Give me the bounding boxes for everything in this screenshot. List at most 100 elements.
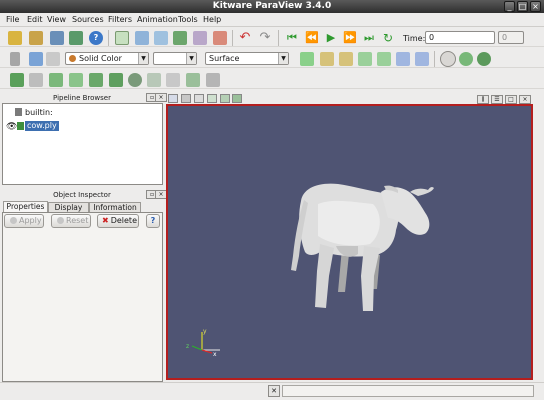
reset-center-icon[interactable] (477, 52, 491, 66)
close-view-button[interactable]: × (519, 95, 531, 104)
select-block-icon[interactable] (213, 31, 227, 45)
center-axes-icon[interactable] (440, 51, 456, 67)
apply-button[interactable]: Apply (4, 214, 44, 228)
reader-icon (17, 122, 24, 130)
view-undo-icon[interactable] (220, 94, 230, 103)
pick-center-icon[interactable] (459, 52, 473, 66)
representation-select[interactable]: Surface ▼ (205, 52, 289, 65)
time-label: Time: (403, 34, 426, 43)
delete-button[interactable]: ✖ Delete (97, 214, 139, 228)
slice-icon[interactable] (69, 73, 83, 87)
contour-icon[interactable] (29, 73, 43, 87)
zoom-to-box-icon[interactable] (135, 31, 149, 45)
rescale-range-icon[interactable] (46, 52, 60, 66)
undo-icon[interactable]: ↶ (238, 31, 252, 45)
close-button[interactable]: × (530, 1, 541, 12)
extract-level-icon[interactable] (206, 73, 220, 87)
view-settings-icon[interactable] (194, 94, 204, 103)
reset-camera-view-icon[interactable] (300, 52, 314, 66)
toolbar-separator (434, 51, 435, 67)
pipeline-browser: builtin: 👁 cow.ply (2, 103, 163, 185)
split-vertical-button[interactable]: ☰ (491, 95, 503, 104)
time-value-field[interactable]: 0 (425, 31, 495, 44)
clip-icon[interactable] (49, 73, 63, 87)
z-axis-label: z (186, 343, 189, 350)
pipeline-item-builtin[interactable]: builtin: (25, 108, 53, 117)
panel-close-button[interactable]: × (155, 93, 167, 102)
reset-label: Reset (66, 216, 89, 225)
menu-help[interactable]: Help (203, 14, 221, 26)
pipeline-item-cow[interactable]: cow.ply (25, 121, 59, 131)
reset-camera-icon[interactable] (115, 31, 129, 45)
open-folder-icon[interactable] (29, 31, 43, 45)
loop-icon[interactable]: ↻ (381, 31, 395, 45)
maximize-view-button[interactable]: □ (505, 95, 517, 104)
split-horizontal-button[interactable]: ⫼ (477, 95, 489, 104)
orientation-axes: y z x (186, 328, 220, 358)
color-component-select[interactable]: ▼ (153, 52, 197, 65)
chevron-down-icon: ▼ (138, 53, 148, 64)
select-points-icon[interactable] (173, 31, 187, 45)
stream-tracer-icon[interactable] (147, 73, 161, 87)
minimize-button[interactable]: _ (504, 1, 515, 12)
cow-horn (410, 186, 434, 196)
object-inspector-title: Object Inspector (53, 191, 111, 199)
menu-sources[interactable]: Sources (72, 14, 104, 26)
chevron-down-icon: ▼ (278, 53, 288, 64)
menu-view[interactable]: View (47, 14, 66, 26)
cow-body-highlight (318, 200, 380, 246)
next-frame-icon[interactable]: ⏩ (343, 31, 357, 45)
select-cells-icon[interactable] (154, 31, 168, 45)
edit-color-map-icon[interactable] (29, 52, 43, 66)
first-frame-icon[interactable]: ⏮ (285, 31, 299, 45)
x-axis-label: x (213, 351, 217, 358)
redo-icon[interactable]: ↷ (258, 31, 272, 45)
scalar-bar-icon[interactable] (10, 52, 20, 66)
view-minus-y-icon[interactable] (377, 52, 391, 66)
view-plus-z-icon[interactable] (396, 52, 410, 66)
open-file-icon[interactable] (8, 31, 22, 45)
threshold-icon[interactable] (89, 73, 103, 87)
view-redo-icon[interactable] (232, 94, 242, 103)
menu-edit[interactable]: Edit (27, 14, 43, 26)
menu-tools[interactable]: Tools (178, 14, 198, 26)
save-state-icon[interactable] (50, 31, 64, 45)
previous-frame-icon[interactable]: ⏪ (305, 31, 319, 45)
toolbar-separator (108, 30, 109, 46)
last-frame-icon[interactable]: ⏭ (362, 31, 376, 45)
menu-file[interactable]: File (6, 14, 19, 26)
view-minus-x-icon[interactable] (339, 52, 353, 66)
reset-button[interactable]: Reset (51, 214, 91, 228)
apply-icon (10, 217, 17, 224)
time-index-spinbox[interactable]: 0 (498, 31, 524, 44)
render-view[interactable]: y z x (166, 104, 533, 380)
help-icon[interactable]: ? (89, 31, 103, 45)
view-camera-icon[interactable] (207, 94, 217, 103)
progress-abort-button[interactable]: ✕ (268, 385, 280, 397)
view-minus-z-icon[interactable] (415, 52, 429, 66)
select-frustum-icon[interactable] (193, 31, 207, 45)
color-by-select[interactable]: Solid Color ▼ (65, 52, 149, 65)
glyph-icon[interactable] (128, 73, 142, 87)
cow-underside (336, 246, 358, 257)
maximize-button[interactable]: □ (517, 1, 528, 12)
pipeline-browser-title: Pipeline Browser (53, 94, 111, 102)
menu-animation[interactable]: Animation (137, 14, 178, 26)
play-icon[interactable]: ▶ (324, 31, 338, 45)
eye-icon[interactable]: 👁 (6, 122, 17, 132)
time-index-value: 0 (502, 33, 508, 42)
apply-label: Apply (19, 216, 42, 225)
server-connect-icon[interactable] (69, 31, 83, 45)
calculator-icon[interactable] (10, 73, 24, 87)
delete-icon: ✖ (102, 216, 109, 225)
group-datasets-icon[interactable] (186, 73, 200, 87)
z-axis-line (191, 345, 203, 351)
inspector-help-button[interactable]: ? (146, 214, 160, 228)
warp-vector-icon[interactable] (166, 73, 180, 87)
view-capture-icon[interactable] (181, 94, 191, 103)
view-layout-icon[interactable] (168, 94, 178, 103)
view-plus-x-icon[interactable] (320, 52, 334, 66)
view-plus-y-icon[interactable] (358, 52, 372, 66)
extract-subset-icon[interactable] (109, 73, 123, 87)
menu-filters[interactable]: Filters (108, 14, 132, 26)
